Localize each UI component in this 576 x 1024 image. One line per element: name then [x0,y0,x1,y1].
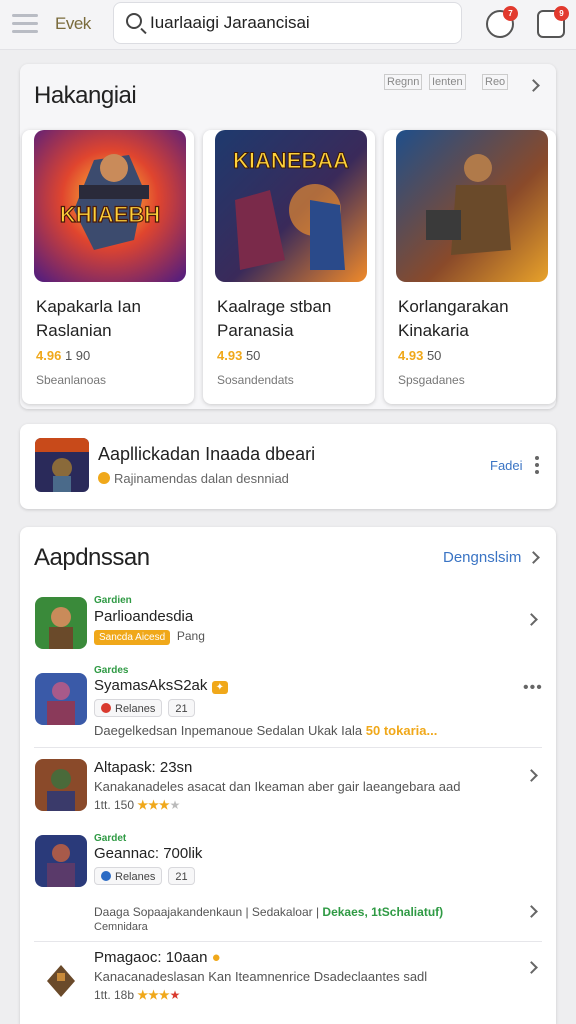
app-list-section: Aapdnssan Dengnslsim Gardien Parlioandes… [20,527,556,1024]
filter-chip[interactable]: Regnn [384,74,423,90]
row-description: Daegelkedsan Inpemanoue Sedalan Ukak Ial… [94,723,438,738]
row-category: Gardien [94,595,132,606]
row-pill: Relanes [94,867,163,885]
row-title: Parlioandesdia [94,608,194,625]
star-rating-icon: ★★★ [137,988,170,1002]
game-subtitle: Sbeanlanoas [36,373,107,387]
row-description: Kanacanadeslasan Kan Iteamnenrice Dsadec… [94,969,428,984]
row-pill: 21 [168,699,195,717]
chevron-right-icon[interactable] [527,551,540,564]
game-art-title: KIANEBAA [233,148,349,173]
row-meta: Sancda Aicesd Pang [94,629,205,645]
row-category: Gardet [94,833,127,844]
list-item[interactable]: Gardet Geannac: 700lik Relanes 21 Daaga S… [20,833,556,933]
game-rating: 4.93 50 [217,348,261,363]
gift-badge: 9 [554,6,569,21]
row-title: Altapask: 23sn [94,759,193,776]
banner-link[interactable]: Fadei [490,458,523,473]
list-item[interactable]: Pmagaoc: 10aan ● Kanacanadeslasan Kan It… [20,947,556,1009]
search-icon [126,13,142,29]
row-description: Daaga Sopaajakandenkaun | Sedakaloar | D… [94,905,444,919]
chevron-right-icon[interactable] [525,769,538,782]
row-rating: 1tt. 150 ★★★★ [94,798,181,812]
game-title: Kapakarla Ian Raslanian [36,297,141,340]
game-card[interactable]: KIANEBAA Kaalrage stban Paranasia 4.93 50… [203,130,375,404]
filter-chip[interactable]: Reo [482,74,509,90]
game-subtitle: Spsgadanes [398,373,465,387]
featured-section: Hakangiai Regnn Ienten Reo KHIAEBH Kapak… [20,64,556,409]
row-title: SyamasAksS2ak ✦ [94,677,228,694]
banner-thumbnail [35,438,89,492]
app-icon [35,673,87,725]
info-dot-icon [98,472,110,484]
game-art-title: KHIAEBH [60,202,160,227]
notification-icon[interactable]: 7 [486,6,518,38]
game-art: KIANEBAA [215,130,367,282]
gift-icon[interactable]: 9 [537,6,569,38]
row-rating: 1tt. 18b ★★★★ [94,988,181,1002]
chevron-right-icon[interactable] [527,79,540,92]
see-all-link[interactable]: Dengnslsim [443,549,521,566]
list-item[interactable]: Gardes SyamasAksS2ak ✦ Relanes 21 Daegelk… [20,665,556,747]
brand-logo[interactable]: Evek [55,14,91,34]
top-bar: Evek 7 9 [0,0,576,50]
notification-badge: 7 [503,6,518,21]
menu-icon[interactable] [12,14,38,34]
app-icon [35,597,87,649]
row-pill: Relanes [94,699,163,717]
game-subtitle: Sosandendats [217,373,294,387]
chevron-right-icon[interactable] [525,905,538,918]
game-title: Kaalrage stban Paranasia [217,297,332,340]
promo-banner[interactable]: Aapllickadan Inaada dbeari Rajinamendas … [20,424,556,509]
banner-title: Aapllickadan Inaada dbeari [98,444,316,464]
more-horizontal-icon[interactable]: ••• [523,679,543,697]
search-input[interactable] [150,11,450,35]
game-rating: 4.93 50 [398,348,442,363]
game-card[interactable]: KHIAEBH Kapakarla Ian Raslanian 4.96 1 90… [22,130,194,404]
game-rating: 4.96 1 90 [36,348,91,363]
row-tag: Sancda Aicesd [94,630,171,645]
row-description: Kanakanadeles asacat dan Ikeaman aber ga… [94,779,461,794]
row-description-secondary: Cemnidara [94,921,148,933]
divider [34,747,542,748]
rank-badge-icon: ✦ [211,681,228,694]
game-art: KHIAEBH [34,130,186,282]
banner-subtitle: Rajinamendas dalan desnniad [98,471,289,486]
list-item[interactable]: Gardien Parlioandesdia Sancda Aicesd Pan… [20,595,556,657]
list-item[interactable]: Altapask: 23sn Kanakanadeles asacat dan … [20,757,556,819]
row-pills: Relanes 21 [94,867,201,885]
row-category: Gardes [94,665,129,676]
row-title: Pmagaoc: 10aan ● [94,949,221,966]
star-rating-icon: ★★★ [137,798,170,812]
game-title: Korlangarakan Kinakaria [398,297,509,340]
search-bar[interactable] [113,2,462,44]
game-art [396,130,548,282]
row-pills: Relanes 21 [94,699,201,717]
divider [34,941,542,942]
app-icon [35,951,87,1003]
filter-chip[interactable]: Ienten [429,74,466,90]
chevron-right-icon[interactable] [525,961,538,974]
app-icon [35,759,87,811]
section-title: Hakangiai [34,82,137,109]
chevron-right-icon[interactable] [525,613,538,626]
game-card[interactable]: Korlangarakan Kinakaria 4.93 50 Spsgadane… [384,130,556,404]
app-icon [35,835,87,887]
row-title: Geannac: 700lik [94,845,203,862]
more-options-icon[interactable] [535,456,539,477]
section-title: Aapdnssan [34,544,150,571]
row-pill: 21 [168,867,195,885]
